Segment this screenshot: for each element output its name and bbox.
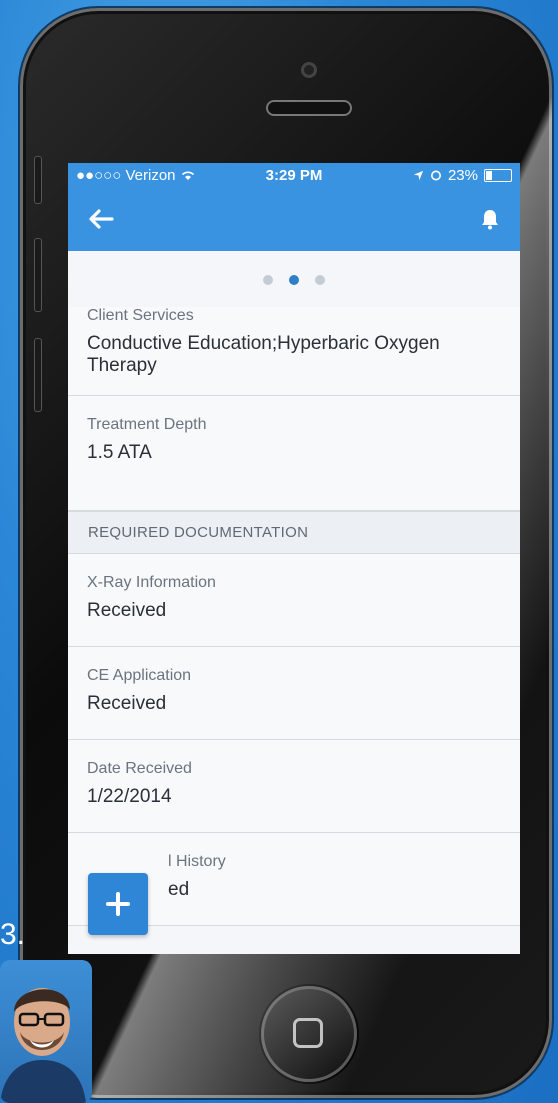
front-camera [301,62,317,78]
presenter-avatar [0,960,92,1103]
field-value: Received [87,600,167,621]
field-value: Conductive Education;Hyperbaric Oxygen T… [87,333,440,376]
field-label: CE Application [87,667,192,684]
field-label: Client Services [87,307,194,324]
bell-icon[interactable] [480,208,500,230]
app-screen: ●●○○○ Verizon 3:29 PM 23% Client Service… [68,163,520,954]
status-bar: ●●○○○ Verizon 3:29 PM 23% [68,163,520,187]
add-button[interactable] [88,873,148,935]
slide-number-fragment: 3. [0,918,26,951]
page-dot-3[interactable] [315,275,325,285]
page-dot-1[interactable] [263,275,273,285]
battery-icon [484,168,512,182]
home-button[interactable] [261,986,357,1082]
field-label: X-Ray Information [87,574,216,591]
field-value: ed [168,879,190,900]
field-xray-information: X-Ray Information Received [68,554,520,647]
field-ce-application: CE Application Received [68,647,520,740]
field-label: Date Received [87,760,192,777]
section-header: REQUIRED DOCUMENTATION [68,511,520,554]
volume-up-button [34,238,42,312]
field-date-received: Date Received 1/22/2014 [68,740,520,833]
status-time: 3:29 PM [265,166,323,184]
nav-bar [68,187,520,251]
field-label: Treatment Depth [87,416,207,433]
field-client-services: Client Services Conductive Education;Hyp… [68,307,520,396]
home-square-icon [293,1018,323,1048]
field-value: 1.5 ATA [87,442,152,463]
field-treatment-depth: Treatment Depth 1.5 ATA [68,396,520,511]
field-value: 1/22/2014 [87,786,172,807]
plus-icon [106,892,130,916]
page-indicator[interactable] [68,251,520,307]
field-label: l History [168,853,226,870]
earpiece-speaker [266,100,352,116]
back-arrow-icon[interactable] [88,208,114,230]
page-dot-2[interactable] [289,275,299,285]
mute-switch [34,156,42,204]
volume-down-button [34,338,42,412]
presenter-photo [0,988,86,1103]
field-value: Received [87,693,167,714]
